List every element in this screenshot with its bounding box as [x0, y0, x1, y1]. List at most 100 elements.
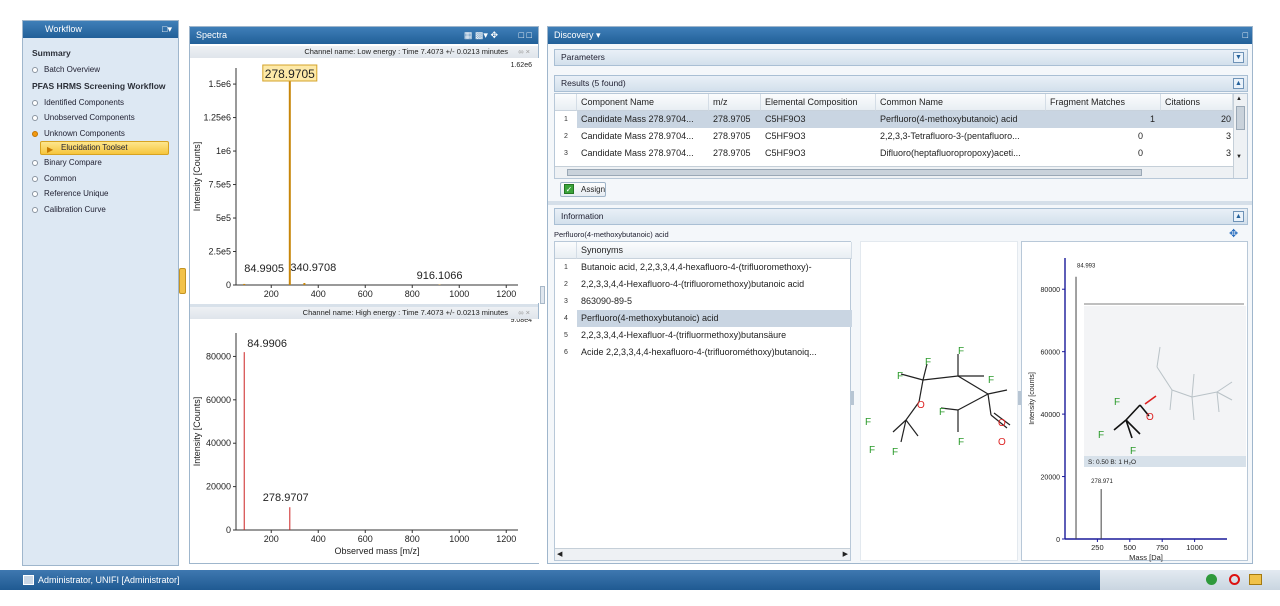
y-tick-label: 1.5e6 [208, 79, 231, 89]
assign-button[interactable]: ✓ Assign [560, 182, 606, 197]
workflow-menu-icon[interactable]: □▾ [162, 21, 172, 38]
results-cell-fragment-matches[interactable]: 1 [1046, 111, 1161, 128]
scroll-down-icon[interactable]: ▼ [1236, 154, 1242, 160]
workflow-item-calibration-curve[interactable]: Calibration Curve [23, 202, 178, 218]
workflow-item-elucidation-toolset[interactable]: ▶ Elucidation Toolset [40, 141, 169, 155]
column-header-synonyms[interactable]: Synonyms [577, 242, 852, 259]
scroll-up-icon[interactable]: ▲ [1236, 96, 1242, 102]
column-header-citations[interactable]: Citations [1161, 94, 1233, 111]
workflow-item-unobserved-components[interactable]: Unobserved Components [23, 110, 178, 126]
collapse-icon[interactable]: ▲ [1233, 78, 1244, 89]
synonym-cell[interactable]: Perfluoro(4-methoxybutanoic) acid [577, 310, 852, 327]
active-bullet-icon [32, 130, 38, 137]
row-number: 3 [564, 298, 568, 305]
workflow-header-pfas[interactable]: PFAS HRMS Screening Workflow [23, 78, 178, 95]
collapse-icon[interactable]: ▲ [1233, 211, 1244, 222]
spectra-title-bar: Spectra ▦ ▩▾ ✥ □ □ [190, 27, 538, 44]
fragment-spectrum-plot[interactable]: 80000 60000 40000 20000 0 250 500 750 1000 Intens… [1022, 242, 1249, 562]
workflow-item-binary-compare[interactable]: Binary Compare [23, 155, 178, 171]
column-header-component-name[interactable]: Component Name [577, 94, 709, 111]
expand-icon[interactable]: ▼ [1233, 52, 1244, 63]
x-tick-label: 500 [1124, 543, 1137, 552]
results-cell-name[interactable]: Candidate Mass 278.9704... [577, 145, 709, 162]
column-header-mz[interactable]: m/z [709, 94, 761, 111]
results-cell-fragment-matches[interactable]: 0 [1046, 128, 1161, 145]
y-tick-label: 0 [226, 280, 231, 290]
no-entry-icon[interactable] [1229, 574, 1240, 585]
parameters-section-header[interactable]: Parameters ▼ [554, 49, 1248, 66]
move-icon[interactable]: ✥ [1229, 227, 1238, 240]
scroll-thumb[interactable] [567, 169, 1142, 176]
results-section-header[interactable]: Results (5 found) ▲ [554, 75, 1248, 92]
x-tick-label: 600 [358, 534, 373, 544]
bullet-icon [32, 206, 38, 213]
workflow-title-bar: Workflow □▾ [23, 21, 178, 38]
synonym-cell[interactable]: 863090-89-5 [577, 293, 852, 310]
workflow-item-unknown-components[interactable]: Unknown Components [23, 126, 178, 142]
results-cell-common[interactable]: Perfluoro(4-methoxybutanoic) acid [876, 111, 1046, 128]
results-cell-name[interactable]: Candidate Mass 278.9704... [577, 111, 709, 128]
splitter-handle[interactable] [540, 286, 545, 304]
spectra-toolbar-icons[interactable]: ▦ ▩▾ ✥ [464, 27, 498, 44]
synonym-cell[interactable]: 2,2,3,3,4,4-Hexafluor-4-(trifluormethoxy… [577, 327, 852, 344]
messages-icon[interactable] [1249, 574, 1262, 585]
synonym-cell[interactable]: Acide 2,2,3,3,4,4-hexafluoro-4-(trifluor… [577, 344, 852, 361]
results-vertical-scrollbar[interactable]: ▲ ▼ [1233, 94, 1247, 178]
high-energy-plot[interactable]: 80000 60000 40000 20000 0 200 400 600 800 1000 120… [190, 319, 540, 563]
fluorine-atom: F [1114, 397, 1120, 408]
synonym-cell[interactable]: Butanoic acid, 2,2,3,3,4,4-hexafluoro-4-… [577, 259, 852, 276]
low-energy-graph[interactable]: 1.5e6 1.25e6 1e6 7.5e5 5e5 2.5e5 0 200 400 600 800… [190, 58, 540, 303]
results-cell-citations[interactable]: 3 [1161, 145, 1233, 162]
results-cell-mz[interactable]: 278.9705 [709, 128, 761, 145]
results-cell-citations[interactable]: 20 [1161, 111, 1233, 128]
scroll-right-icon[interactable]: ▶ [843, 550, 848, 558]
row-number: 6 [564, 349, 568, 356]
fluorine-atom: F [988, 375, 994, 386]
fragment-spectrum-panel[interactable]: 80000 60000 40000 20000 0 250 500 750 1000 Intens… [1021, 241, 1249, 562]
row-number: 1 [564, 264, 568, 271]
workflow-item-reference-unique[interactable]: Reference Unique [23, 186, 178, 202]
synonyms-horizontal-scrollbar[interactable]: ◀ ▶ [555, 548, 850, 560]
column-header-fragment-matches[interactable]: Fragment Matches [1046, 94, 1161, 111]
splitter-handle[interactable] [179, 268, 186, 294]
structure-splitter[interactable] [851, 391, 854, 405]
window-restore-icon[interactable]: □ [1243, 27, 1248, 44]
close-icon[interactable]: ∞ × [518, 307, 530, 319]
workflow-item-batch-overview[interactable]: Batch Overview [23, 62, 178, 78]
horizontal-splitter[interactable] [548, 201, 1252, 205]
results-cell-comp[interactable]: C5HF9O3 [761, 145, 876, 162]
fragment-score: S: 0.50 B: 1 H₂O [1088, 459, 1136, 466]
close-icon[interactable]: ∞ × [518, 46, 530, 58]
discovery-menu[interactable]: Discovery ▾ [554, 30, 601, 40]
results-cell-citations[interactable]: 3 [1161, 128, 1233, 145]
high-energy-graph[interactable]: 80000 60000 40000 20000 0 200 400 600 800 1000 120… [190, 319, 540, 563]
results-cell-common[interactable]: Difluoro(heptafluoropropoxy)aceti... [876, 145, 1046, 162]
y-tick-label: 80000 [206, 351, 231, 361]
workflow-item-identified-components[interactable]: Identified Components [23, 95, 178, 111]
user-indicator[interactable]: Administrator, UNIFI [Administrator] [20, 572, 180, 588]
workflow-header-summary[interactable]: Summary [23, 45, 178, 62]
scroll-thumb[interactable] [1236, 106, 1245, 130]
oxygen-atom: O [1146, 412, 1154, 423]
scroll-left-icon[interactable]: ◀ [557, 550, 562, 558]
information-section-header[interactable]: Information ▲ [554, 208, 1248, 225]
status-tray [1100, 570, 1280, 590]
fluorine-atom: F [958, 346, 964, 357]
ok-status-icon[interactable] [1206, 574, 1217, 585]
y-tick-label: 60000 [1041, 350, 1061, 357]
results-cell-name[interactable]: Candidate Mass 278.9704... [577, 128, 709, 145]
column-header-elemental-composition[interactable]: Elemental Composition [761, 94, 876, 111]
results-cell-common[interactable]: 2,2,3,3-Tetrafluoro-3-(pentafluoro... [876, 128, 1046, 145]
workflow-item-common[interactable]: Common [23, 171, 178, 187]
spectra-window-icons[interactable]: □ □ [519, 27, 532, 44]
column-header-common-name[interactable]: Common Name [876, 94, 1046, 111]
results-cell-comp[interactable]: C5HF9O3 [761, 128, 876, 145]
results-cell-mz[interactable]: 278.9705 [709, 145, 761, 162]
results-cell-mz[interactable]: 278.9705 [709, 111, 761, 128]
x-tick-label: 1000 [449, 534, 469, 544]
low-energy-plot[interactable]: 1.5e6 1.25e6 1e6 7.5e5 5e5 2.5e5 0 200 400 600 800… [190, 58, 540, 303]
results-cell-fragment-matches[interactable]: 0 [1046, 145, 1161, 162]
results-cell-comp[interactable]: C5HF9O3 [761, 111, 876, 128]
synonym-cell[interactable]: 2,2,3,3,4,4-Hexafluoro-4-(trifluorometho… [577, 276, 852, 293]
results-horizontal-scrollbar[interactable] [555, 166, 1233, 178]
